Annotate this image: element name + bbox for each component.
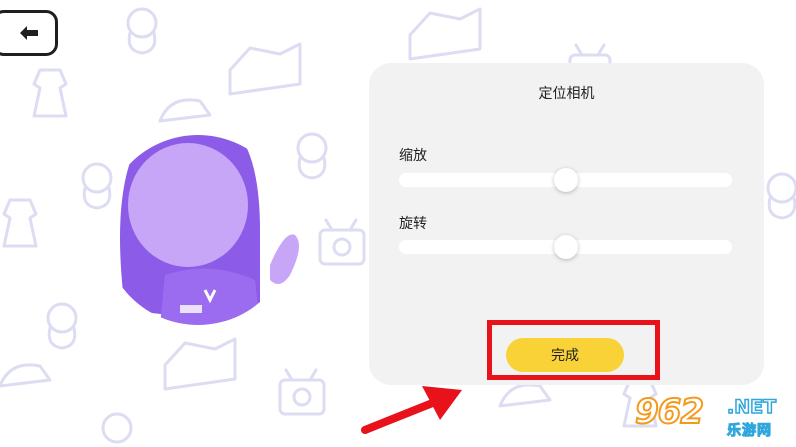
bird-doodle-icon xyxy=(126,7,158,55)
dress-doodle-icon xyxy=(2,198,38,248)
rotate-slider-thumb[interactable] xyxy=(553,235,578,259)
cap-doodle-icon xyxy=(0,363,52,388)
bird-doodle-icon xyxy=(46,302,78,350)
watermark-net: .NET xyxy=(726,395,777,419)
cap-doodle-icon xyxy=(498,383,552,408)
watermark-main: 962 xyxy=(634,391,705,433)
shoe-doodle-icon xyxy=(163,337,237,391)
red-arrow-icon xyxy=(361,386,462,434)
rotate-label: 旋转 xyxy=(399,216,427,232)
watermark-sub: 乐游网 xyxy=(727,423,772,440)
dress-doodle-icon xyxy=(32,68,68,118)
arrow-left-icon xyxy=(20,26,38,40)
shoe-doodle-icon xyxy=(228,42,302,96)
zoom-slider-thumb[interactable] xyxy=(553,168,578,192)
avatar-preview xyxy=(110,110,310,330)
panel-title: 定位相机 xyxy=(538,86,595,102)
back-button[interactable] xyxy=(0,10,58,56)
rotate-slider[interactable] xyxy=(399,235,732,259)
zoom-slider[interactable] xyxy=(399,168,732,192)
bird-doodle-icon xyxy=(81,162,113,210)
tv-doodle-icon xyxy=(278,368,326,416)
tv-doodle-icon xyxy=(318,218,366,266)
shoe-doodle-icon xyxy=(408,7,482,61)
zoom-label: 缩放 xyxy=(399,148,427,164)
bird-doodle-icon xyxy=(101,412,133,444)
highlight-box xyxy=(487,320,660,380)
watermark-logo: 962 .NET 乐游网 xyxy=(634,391,795,447)
bird-doodle-icon xyxy=(766,172,796,220)
avatar-hand xyxy=(270,234,299,284)
avatar-face xyxy=(128,143,248,267)
